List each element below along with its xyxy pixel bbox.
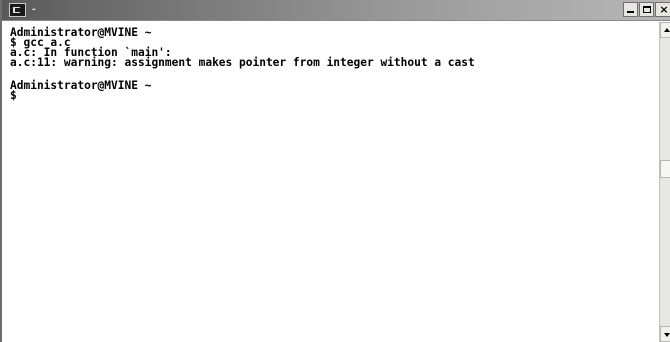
scroll-down-arrow-icon[interactable]: [660, 326, 670, 342]
terminal-output[interactable]: Administrator@MVINE ~ $ gcc a.c a.c: In …: [4, 22, 659, 342]
command-prompt[interactable]: $: [10, 90, 659, 101]
minimize-button[interactable]: [623, 2, 638, 17]
window-title: -: [32, 3, 36, 15]
prompt-user-host: Administrator@MVINE ~: [10, 26, 152, 39]
title-bar[interactable]: - ×: [2, 0, 670, 21]
terminal-window: - × Administrator@MVINE ~ $ gcc a.c a.c:…: [0, 0, 670, 342]
minimize-icon: [627, 11, 634, 13]
scroll-up-arrow-icon[interactable]: [660, 22, 670, 38]
console-icon: [9, 3, 26, 17]
vertical-scrollbar[interactable]: [659, 22, 670, 342]
maximize-button[interactable]: [639, 2, 654, 17]
prompt-user-host: Administrator@MVINE ~: [10, 79, 152, 92]
maximize-icon: [642, 6, 651, 13]
warning-line: a.c:11: warning: assignment makes pointe…: [10, 56, 475, 69]
scrollbar-thumb[interactable]: [660, 160, 670, 178]
close-button[interactable]: ×: [655, 2, 670, 17]
